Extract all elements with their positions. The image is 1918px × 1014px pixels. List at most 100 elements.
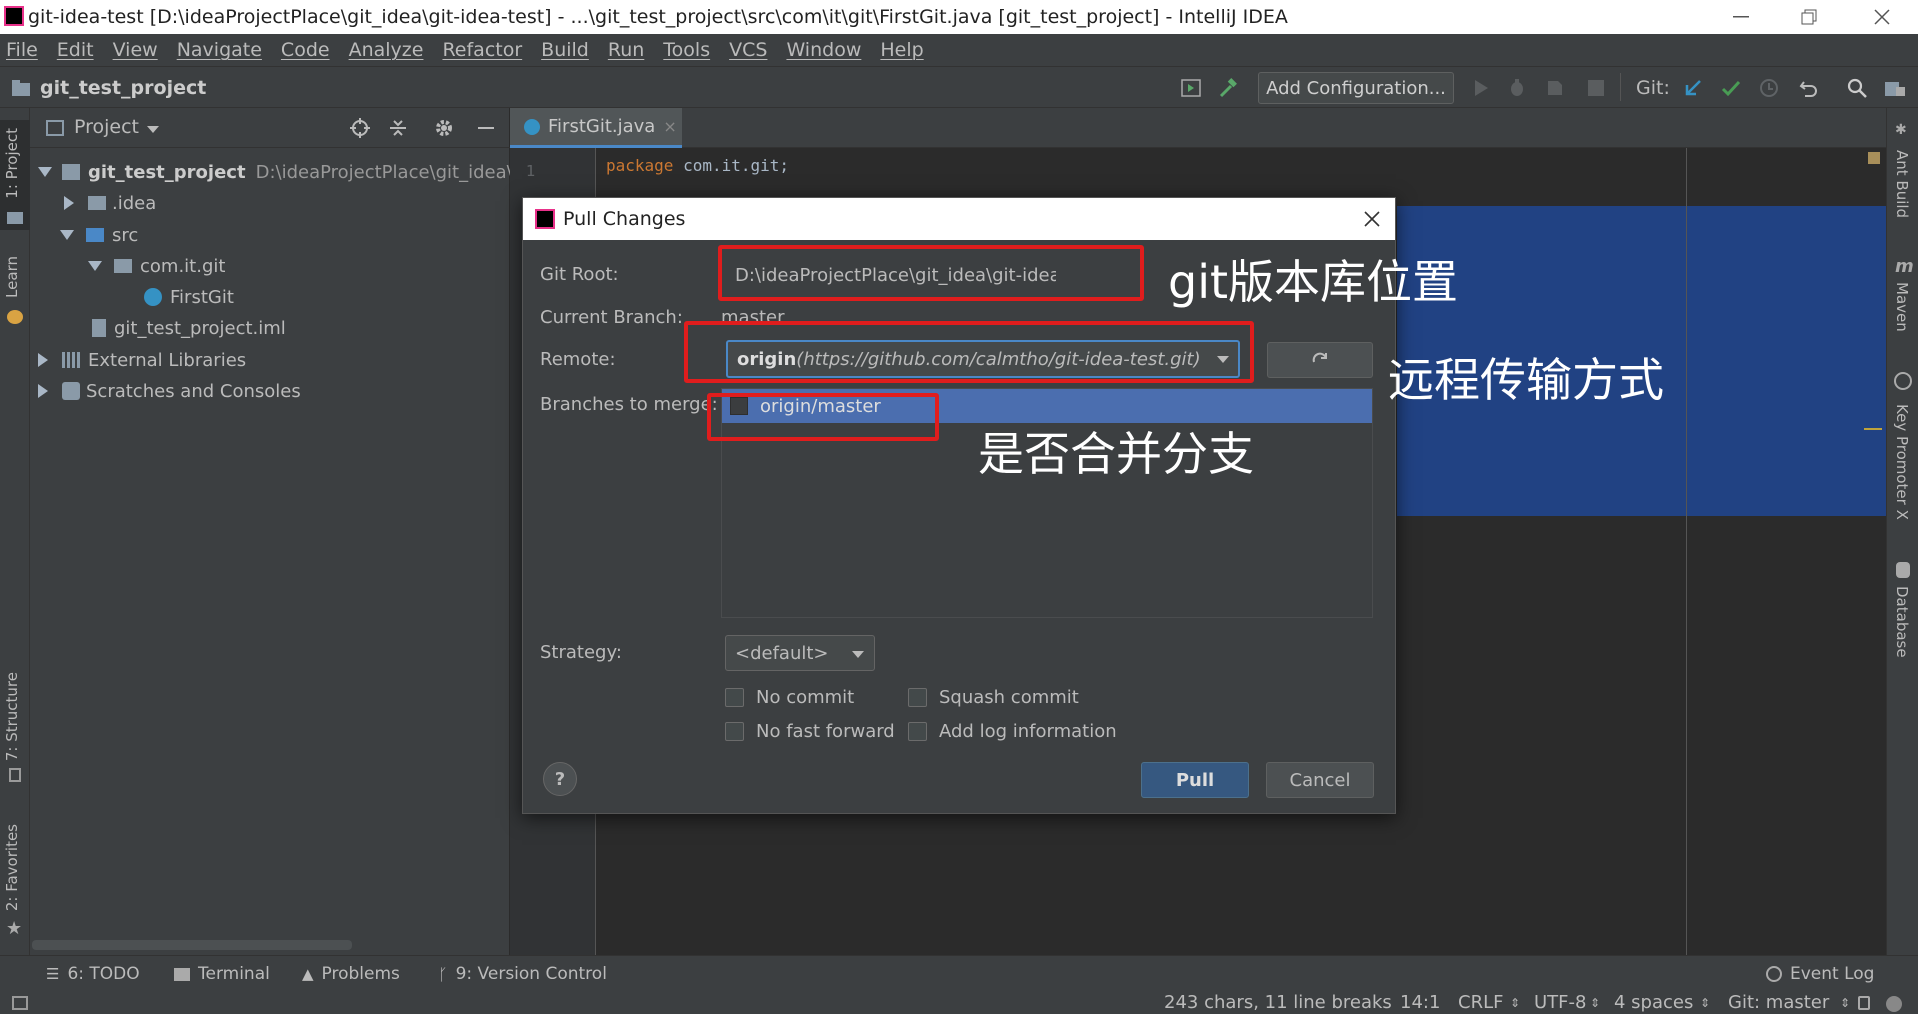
- event-log-icon: [1766, 966, 1782, 982]
- add-log-checkbox[interactable]: Add log information: [908, 721, 1117, 742]
- no-fast-forward-checkbox[interactable]: No fast forward: [725, 721, 895, 742]
- close-window-icon[interactable]: [1855, 0, 1909, 34]
- tree-item-project-root[interactable]: git_test_project D:\ideaProjectPlace\git…: [38, 157, 536, 187]
- strategy-combobox[interactable]: <default>: [725, 635, 875, 671]
- help-button[interactable]: ?: [543, 762, 577, 796]
- menu-help[interactable]: Help: [880, 39, 923, 61]
- menu-refactor[interactable]: Refactor: [442, 39, 522, 61]
- vcs-update-icon[interactable]: [1682, 77, 1704, 99]
- checkbox-box[interactable]: [908, 722, 927, 741]
- cancel-button[interactable]: Cancel: [1266, 762, 1374, 798]
- refresh-remotes-button[interactable]: [1267, 342, 1373, 378]
- coverage-icon[interactable]: [1544, 77, 1566, 99]
- terminal-tool-tab[interactable]: Terminal: [174, 962, 270, 986]
- menu-edit[interactable]: Edit: [57, 39, 94, 61]
- code-line-1[interactable]: package com.it.git;: [606, 156, 789, 175]
- search-everywhere-icon[interactable]: [1846, 77, 1868, 99]
- annotation-merge: 是否合并分支: [978, 427, 1254, 481]
- menu-file[interactable]: File: [6, 39, 38, 61]
- checkbox-box[interactable]: [908, 688, 927, 707]
- tree-item-firstgit[interactable]: FirstGit: [144, 282, 234, 312]
- project-structure-icon[interactable]: [1884, 77, 1906, 99]
- collapse-arrow-icon[interactable]: [38, 353, 48, 367]
- toggle-tool-windows-icon[interactable]: [12, 996, 28, 1010]
- ant-build-tool-tab[interactable]: Ant Build: [1893, 150, 1911, 218]
- problems-tool-tab[interactable]: ▲ Problems: [302, 962, 400, 986]
- tree-item-external-libraries[interactable]: External Libraries: [38, 345, 246, 375]
- pull-button[interactable]: Pull: [1141, 762, 1249, 798]
- remote-combobox[interactable]: origin (https://github.com/calmtho/git-id…: [726, 340, 1240, 378]
- minimize-icon[interactable]: [1714, 0, 1768, 34]
- expand-arrow-icon[interactable]: [88, 261, 102, 271]
- menu-vcs[interactable]: VCS: [729, 39, 767, 61]
- tree-item-idea[interactable]: .idea: [64, 188, 156, 218]
- favorites-tool-tab[interactable]: 2: Favorites: [3, 824, 21, 911]
- expand-arrow-icon[interactable]: [60, 230, 74, 240]
- vcs-rollback-icon[interactable]: [1798, 77, 1820, 99]
- java-class-icon: [524, 118, 540, 135]
- settings-gear-icon[interactable]: [434, 118, 454, 138]
- editor-tab-firstgit[interactable]: FirstGit.java ×: [510, 108, 682, 148]
- checkbox-box[interactable]: [725, 688, 744, 707]
- no-commit-checkbox[interactable]: No commit: [725, 687, 854, 708]
- learn-tool-tab[interactable]: Learn: [3, 256, 21, 298]
- git-root-field[interactable]: D:\ideaProjectPlace\git_idea\git-idea-te…: [726, 257, 1056, 293]
- version-control-tool-tab[interactable]: ᚴ 9: Version Control: [438, 962, 607, 986]
- stop-icon[interactable]: [1585, 77, 1607, 99]
- vcs-history-icon[interactable]: [1758, 77, 1780, 99]
- tree-item-package[interactable]: com.it.git: [88, 251, 225, 281]
- database-tool-tab[interactable]: Database: [1893, 586, 1911, 658]
- breadcrumb-project[interactable]: git_test_project: [40, 77, 206, 99]
- key-promoter-tool-tab[interactable]: Key Promoter X: [1893, 404, 1911, 520]
- run-icon[interactable]: [1470, 77, 1492, 99]
- window-title-bar: git-idea-test [D:\ideaProjectPlace\git_i…: [0, 0, 1918, 34]
- menu-view[interactable]: View: [113, 39, 158, 61]
- event-log-tool-tab[interactable]: Event Log: [1766, 962, 1874, 986]
- status-encoding[interactable]: UTF-8: [1534, 992, 1586, 1013]
- restore-icon[interactable]: [1782, 0, 1836, 34]
- run-anything-icon[interactable]: [1180, 77, 1202, 99]
- todo-tool-tab[interactable]: ☰ 6: TODO: [46, 962, 140, 986]
- maven-tool-tab[interactable]: Maven: [1893, 282, 1911, 332]
- remote-name: origin: [737, 348, 797, 370]
- menu-build[interactable]: Build: [541, 39, 589, 61]
- close-tab-icon[interactable]: ×: [663, 117, 676, 136]
- lock-icon[interactable]: [1858, 996, 1870, 1010]
- status-git-branch[interactable]: Git: master: [1728, 992, 1829, 1013]
- locate-icon[interactable]: [350, 118, 370, 138]
- collapse-arrow-icon[interactable]: [64, 196, 74, 210]
- structure-tool-tab[interactable]: 7: Structure: [3, 672, 21, 761]
- status-caret-position[interactable]: 14:1: [1400, 992, 1440, 1013]
- view-dropdown-icon[interactable]: [147, 126, 159, 133]
- tree-item-scratches[interactable]: Scratches and Consoles: [38, 376, 301, 406]
- hide-panel-icon[interactable]: [478, 127, 494, 129]
- squash-commit-checkbox[interactable]: Squash commit: [908, 687, 1079, 708]
- project-view-selector[interactable]: Project: [74, 116, 139, 138]
- tree-item-iml[interactable]: git_test_project.iml: [92, 313, 286, 343]
- java-class-icon: [144, 288, 162, 306]
- hector-icon[interactable]: [1886, 996, 1902, 1012]
- dialog-close-icon[interactable]: [1363, 210, 1381, 228]
- menu-navigate[interactable]: Navigate: [177, 39, 262, 61]
- collapse-arrow-icon[interactable]: [38, 384, 48, 398]
- remote-dropdown-icon[interactable]: [1217, 356, 1229, 363]
- build-hammer-icon[interactable]: [1218, 77, 1240, 99]
- menu-code[interactable]: Code: [281, 39, 330, 61]
- checkbox-box[interactable]: [725, 722, 744, 741]
- horizontal-scrollbar[interactable]: [32, 940, 352, 950]
- menu-window[interactable]: Window: [786, 39, 861, 61]
- status-indent[interactable]: 4 spaces: [1614, 992, 1693, 1013]
- collapse-all-icon[interactable]: [388, 118, 408, 138]
- branch-checkbox[interactable]: [730, 397, 748, 415]
- status-line-separator[interactable]: CRLF: [1458, 992, 1503, 1013]
- vcs-commit-icon[interactable]: [1720, 77, 1742, 99]
- menu-analyze[interactable]: Analyze: [349, 39, 424, 61]
- debug-icon[interactable]: [1506, 77, 1528, 99]
- strategy-dropdown-icon[interactable]: [852, 651, 864, 658]
- project-tool-tab[interactable]: 1: Project: [3, 128, 21, 199]
- menu-tools[interactable]: Tools: [663, 39, 710, 61]
- expand-arrow-icon[interactable]: [38, 167, 52, 177]
- tree-item-src[interactable]: src: [60, 220, 138, 250]
- add-configuration-button[interactable]: Add Configuration...: [1258, 72, 1454, 104]
- menu-run[interactable]: Run: [608, 39, 644, 61]
